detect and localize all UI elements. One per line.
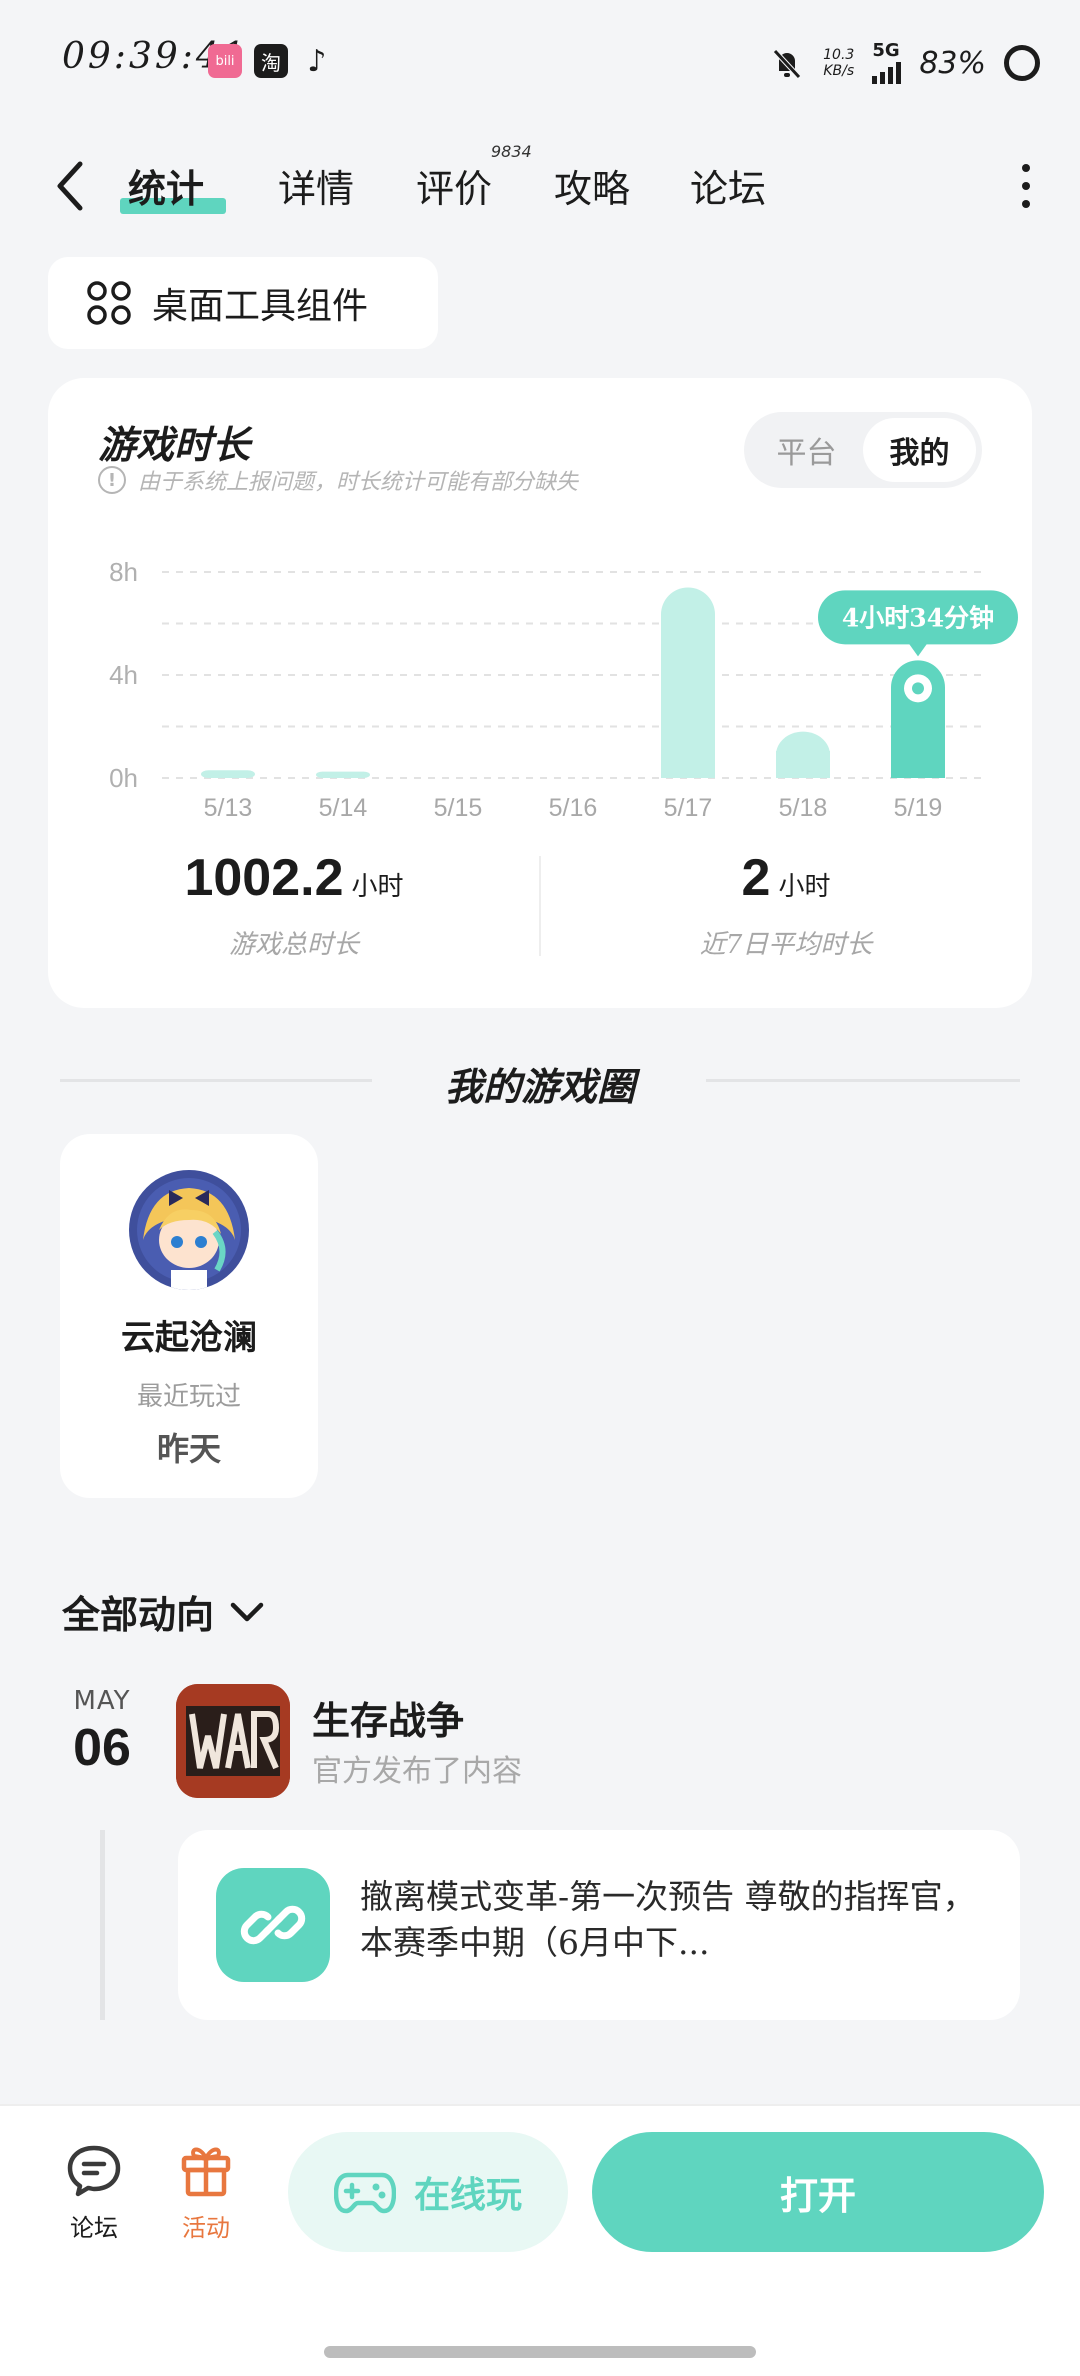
highlight-marker-center [912, 682, 924, 695]
more-options-icon[interactable] [1016, 164, 1036, 208]
bottom-action-bar: 论坛 活动 在线玩 打开 [0, 2104, 1080, 2376]
taobao-app-icon: 淘 [254, 44, 288, 78]
game-war-icon[interactable] [176, 1684, 290, 1798]
events-button[interactable]: 活动 [156, 2142, 256, 2243]
top-nav: 统计 详情 评价 9834 攻略 论坛 [0, 140, 1080, 230]
playtime-card: 游戏时长 ! 由于系统上报问题，时长统计可能有部分缺失 平台 我的 0h 4h 8h… [48, 378, 1032, 1008]
link-icon [216, 1868, 330, 1982]
reviews-count: 9834 [491, 142, 532, 161]
gift-icon [181, 2147, 231, 2197]
net-speed: 10.3 KB/s [823, 47, 855, 79]
chart-bar [661, 587, 715, 778]
tab-guides[interactable]: 攻略 [554, 158, 630, 213]
forum-button[interactable]: 论坛 [44, 2142, 144, 2243]
status-bar: 09:39:41 bili 淘 ♪ 10.3 KB/s 5G 83% [0, 0, 1080, 120]
playtime-stats: 1002.2 小时 游戏总时长 2 小时 近7日平均时长 [48, 848, 1032, 988]
battery-percent: 83% [919, 45, 986, 81]
playtime-note: ! 由于系统上报问题，时长统计可能有部分缺失 [98, 464, 578, 496]
chart-bar [201, 770, 255, 778]
game-circle-header: 我的游戏圈 [60, 1050, 1020, 1110]
source-toggle: 平台 我的 [744, 412, 982, 488]
gamepad-icon [333, 2172, 396, 2214]
tab-reviews[interactable]: 评价 [416, 158, 492, 213]
chat-bubble-icon [67, 2145, 121, 2197]
game-avatar [129, 1170, 249, 1290]
game-circle-title: 我的游戏圈 [444, 1064, 635, 1109]
bar-tooltip-text: 4小时34分钟 [842, 603, 994, 632]
open-game-label: 打开 [779, 2172, 856, 2218]
info-icon: ! [98, 466, 126, 494]
activity-filter-dropdown[interactable]: 全部动向 [62, 1584, 266, 1639]
activity-filter-label: 全部动向 [62, 1592, 215, 1637]
bilibili-app-icon: bili [208, 44, 242, 78]
x-tick-label: 5/16 [549, 794, 598, 822]
activity-date: MAY 06 [73, 1686, 131, 1777]
chart-bar-base [661, 751, 715, 778]
mute-bell-icon [773, 49, 801, 79]
back-arrow-icon[interactable] [48, 156, 98, 216]
tab-forum[interactable]: 论坛 [690, 158, 766, 213]
play-online-button[interactable]: 在线玩 [288, 2132, 568, 2252]
tab-stats[interactable]: 统计 [128, 158, 204, 213]
activity-game-title[interactable]: 生存战争 [312, 1690, 464, 1745]
timeline-line [100, 1830, 105, 2020]
playtime-title: 游戏时长 [98, 422, 251, 467]
x-tick-label: 5/15 [434, 794, 483, 822]
post-card[interactable]: 撤离模式变革-第一次预告 尊敬的指挥官， 本赛季中期（6月中下... [178, 1830, 1020, 2020]
bar-tooltip-pointer [908, 642, 928, 657]
tiktok-app-icon: ♪ [307, 43, 327, 79]
home-indicator[interactable] [324, 2346, 756, 2358]
desktop-widget-button[interactable]: 桌面工具组件 [48, 257, 438, 349]
average-playtime: 2 小时 近7日平均时长 [699, 849, 873, 960]
x-tick-label: 5/19 [894, 794, 943, 822]
widget-grid-icon [87, 281, 131, 325]
battery-ring-icon [1004, 45, 1040, 81]
toggle-platform[interactable]: 平台 [750, 418, 863, 482]
post-text: 撤离模式变革-第一次预告 尊敬的指挥官， 本赛季中期（6月中下... [360, 1877, 976, 1962]
activity-action: 官方发布了内容 [312, 1754, 522, 1789]
last-played-value: 昨天 [156, 1430, 221, 1468]
recently-played-label: 最近玩过 [136, 1382, 241, 1412]
y-tick-label: 8h [109, 557, 138, 587]
x-tick-label: 5/18 [779, 794, 828, 822]
x-tick-label: 5/13 [204, 794, 253, 822]
desktop-widget-label: 桌面工具组件 [152, 286, 369, 327]
open-game-button[interactable]: 打开 [592, 2132, 1044, 2252]
chart-bar-base [776, 751, 830, 778]
cellular-signal: 5G [872, 42, 902, 84]
game-circle-name: 云起沧澜 [121, 1318, 257, 1358]
tab-details[interactable]: 详情 [278, 158, 354, 213]
x-tick-label: 5/14 [319, 794, 368, 822]
playtime-chart: 0h 4h 8h 5/13 5/14 5/15 5/16 5/17 5/18 5/19 4小时34分… [109, 557, 1018, 822]
y-tick-label: 4h [109, 660, 138, 690]
y-tick-label: 0h [109, 763, 138, 793]
chart-bar-base [891, 751, 945, 778]
play-online-label: 在线玩 [413, 2174, 522, 2216]
x-tick-label: 5/17 [664, 794, 713, 822]
total-playtime: 1002.2 小时 游戏总时长 [184, 849, 404, 960]
toggle-mine[interactable]: 我的 [863, 418, 976, 482]
chart-bar [316, 771, 370, 778]
game-circle-card[interactable]: 云起沧澜 最近玩过 昨天 [60, 1134, 318, 1498]
chevron-down-icon [230, 1602, 264, 1621]
